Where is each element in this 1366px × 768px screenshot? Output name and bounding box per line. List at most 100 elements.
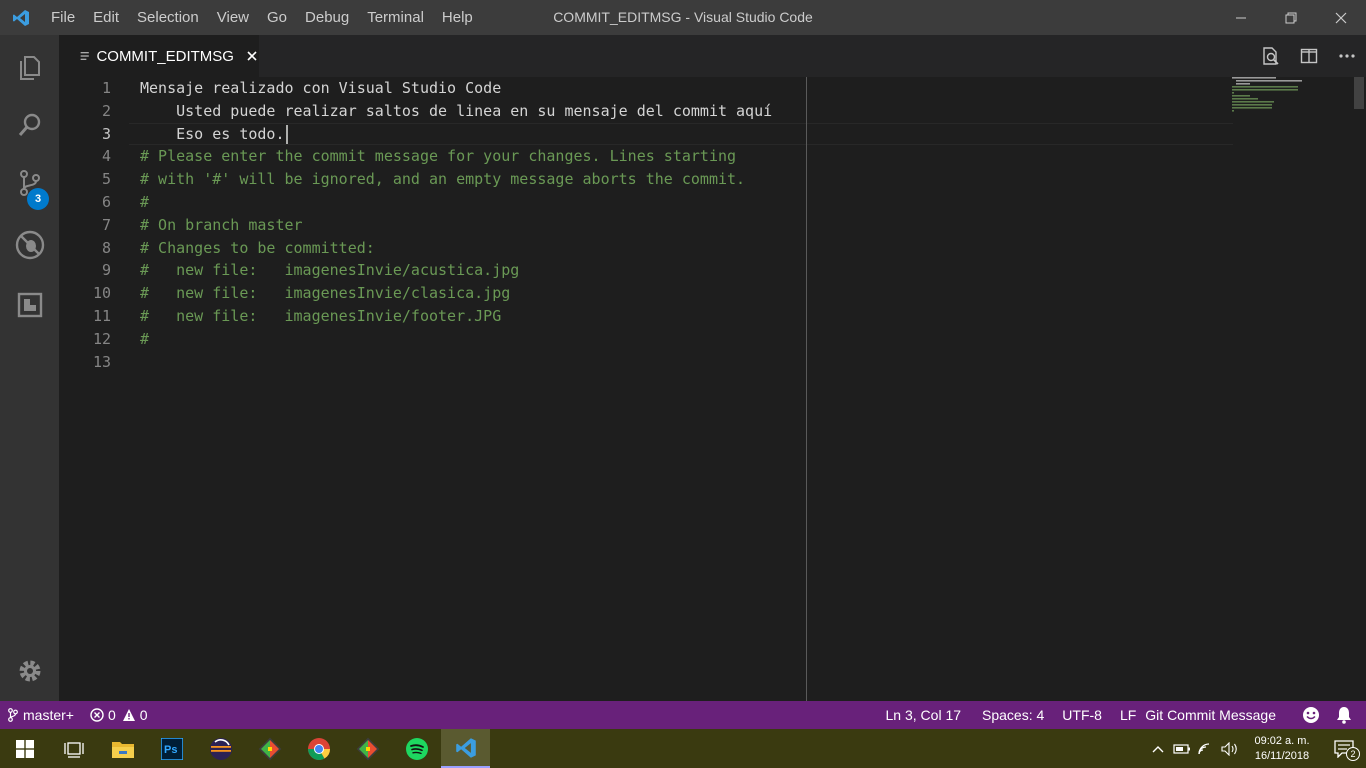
volume-button[interactable]	[1218, 729, 1242, 768]
action-center-button[interactable]: 2	[1322, 729, 1366, 768]
line-number: 6	[101, 192, 111, 211]
vscode-icon[interactable]	[0, 0, 42, 35]
code-line[interactable]: # On branch master	[140, 214, 1240, 237]
editor-tabs-bar: COMMIT_EDITMSG	[59, 35, 1366, 77]
line-number: 12	[92, 329, 111, 348]
code-line[interactable]: # new file: imagenesInvie/footer.JPG	[140, 305, 1240, 328]
explorer-button[interactable]	[0, 39, 59, 95]
taskbar-photoshop[interactable]: Ps	[147, 729, 196, 768]
encoding-status[interactable]: UTF-8	[1053, 701, 1111, 729]
scrollbar-thumb[interactable]	[1354, 77, 1364, 109]
menu-terminal[interactable]: Terminal	[358, 0, 433, 35]
cursor-position-status[interactable]: Ln 3, Col 17	[874, 701, 974, 729]
tab-label: COMMIT_EDITMSG	[96, 47, 234, 65]
restore-button[interactable]	[1266, 0, 1316, 35]
taskbar-chrome[interactable]	[294, 729, 343, 768]
taskbar-clock[interactable]: 09:02 a. m. 16/11/2018	[1242, 734, 1322, 764]
split-editor-button[interactable]	[1290, 35, 1328, 77]
battery-icon	[1173, 743, 1190, 754]
wifi-button[interactable]	[1194, 729, 1218, 768]
code-line[interactable]: # Changes to be committed:	[140, 237, 1240, 260]
taskbar-file-explorer[interactable]	[98, 729, 147, 768]
minimize-button[interactable]	[1216, 0, 1266, 35]
vertical-scrollbar[interactable]	[1352, 77, 1366, 701]
svg-text:Ps: Ps	[164, 744, 177, 756]
tab-commit-editmsg[interactable]: COMMIT_EDITMSG	[59, 35, 259, 77]
git-branch-status[interactable]: master+	[0, 701, 82, 729]
code-line[interactable]: # Please enter the commit message for yo…	[140, 145, 1240, 168]
file-lines-icon	[80, 52, 89, 60]
debug-button[interactable]	[0, 217, 59, 273]
search-button[interactable]	[0, 97, 59, 153]
minimap[interactable]	[1232, 77, 1352, 117]
system-tray: 09:02 a. m. 16/11/2018 2	[1146, 729, 1366, 768]
line-number: 1	[101, 79, 111, 97]
chevron-up-icon	[1152, 745, 1164, 752]
code-line[interactable]: # new file: imagenesInvie/acustica.jpg	[140, 259, 1240, 282]
line-number: 3	[101, 124, 111, 143]
line-number: 4	[101, 147, 111, 166]
more-actions-button[interactable]	[1328, 35, 1366, 77]
eol-status[interactable]: LF	[1111, 701, 1145, 729]
menu-view[interactable]: View	[208, 0, 258, 35]
line-number: 7	[101, 215, 111, 234]
line-number: 5	[101, 170, 111, 189]
taskbar-eclipse[interactable]	[196, 729, 245, 768]
photoshop-icon: Ps	[160, 737, 183, 760]
code-line[interactable]: #	[140, 328, 1240, 351]
extensions-button[interactable]	[0, 277, 59, 333]
code-line[interactable]: #	[140, 191, 1240, 214]
settings-button[interactable]	[0, 643, 59, 699]
menu-selection[interactable]: Selection	[128, 0, 208, 35]
notification-count: 2	[1346, 747, 1360, 761]
code-line[interactable]: Usted puede realizar saltos de linea en …	[140, 100, 1240, 123]
line-number: 11	[92, 306, 111, 325]
volume-icon	[1221, 741, 1237, 756]
taskbar-vscode[interactable]	[441, 729, 490, 768]
taskbar-spotify[interactable]	[392, 729, 441, 768]
clock-date: 16/11/2018	[1254, 749, 1310, 762]
notifications-button[interactable]	[1328, 701, 1366, 729]
tray-overflow-button[interactable]	[1146, 729, 1170, 768]
code-line-current[interactable]: Eso es todo.	[140, 123, 1240, 146]
indentation-status[interactable]: Spaces: 4	[973, 701, 1053, 729]
language-mode-status[interactable]: Git Commit Message	[1145, 701, 1294, 729]
menu-help[interactable]: Help	[433, 0, 482, 35]
problems-status[interactable]: 0 0	[82, 701, 156, 729]
task-view-button[interactable]	[49, 729, 98, 768]
explorer-icon	[19, 56, 40, 80]
code-area[interactable]: Mensaje realizado con Visual Studio Code…	[140, 77, 1240, 373]
start-button[interactable]	[0, 729, 49, 768]
open-changes-button[interactable]	[1252, 35, 1290, 77]
code-line[interactable]: # new file: imagenesInvie/clasica.jpg	[140, 282, 1240, 305]
menu-file[interactable]: File	[42, 0, 84, 35]
git-icon	[258, 737, 281, 760]
eclipse-icon	[209, 737, 232, 760]
activity-bar: 3	[0, 35, 59, 701]
file-explorer-icon	[111, 741, 134, 758]
code-line[interactable]	[140, 351, 1240, 374]
menu-go[interactable]: Go	[258, 0, 296, 35]
menu-debug[interactable]: Debug	[296, 0, 358, 35]
git-branch-icon	[8, 708, 18, 722]
feedback-button[interactable]	[1294, 701, 1328, 729]
restore-icon	[1285, 12, 1297, 23]
source-control-button[interactable]: 3	[0, 155, 59, 211]
taskbar-git-gui[interactable]	[343, 729, 392, 768]
text-cursor	[285, 124, 288, 144]
spotify-icon	[405, 737, 428, 760]
source-control-badge: 3	[27, 188, 49, 210]
taskbar-git[interactable]	[245, 729, 294, 768]
battery-button[interactable]	[1170, 729, 1194, 768]
line-number: 2	[101, 101, 111, 120]
menu-edit[interactable]: Edit	[84, 0, 128, 35]
warning-icon	[122, 709, 135, 721]
tab-close-button[interactable]	[246, 48, 259, 64]
more-icon	[1339, 54, 1355, 58]
close-window-button[interactable]	[1316, 0, 1366, 35]
code-line[interactable]: # with '#' will be ignored, and an empty…	[140, 168, 1240, 191]
code-line[interactable]: Mensaje realizado con Visual Studio Code	[140, 77, 1240, 100]
editor[interactable]: 1 2 3 4 5 6 7 8 9 10 11 12 13 Mensaje re…	[59, 77, 1366, 701]
windows-taskbar: Ps 09:02 a. m. 16/11/2018 2	[0, 729, 1366, 768]
branch-name: master+	[23, 707, 74, 723]
